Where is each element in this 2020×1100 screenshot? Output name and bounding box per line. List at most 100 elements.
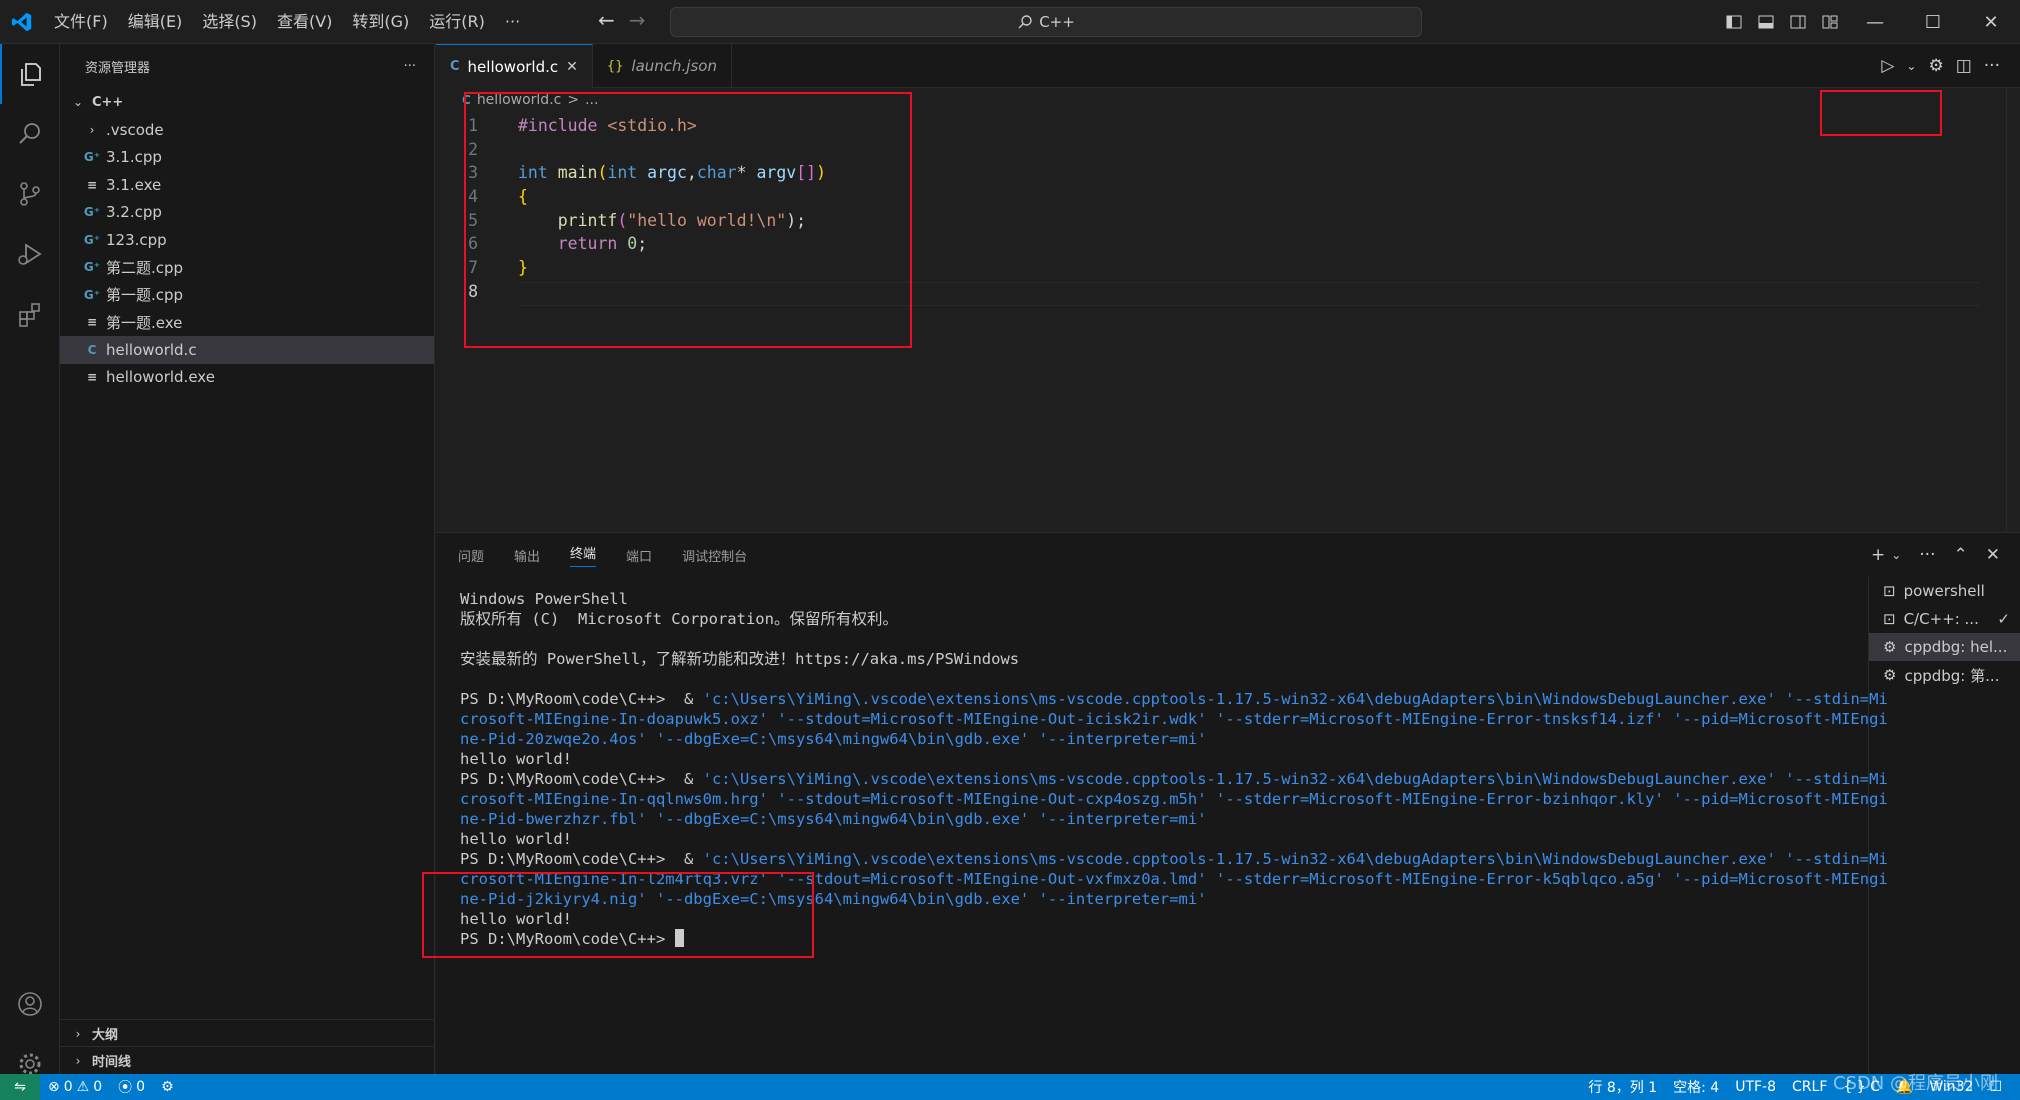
tree-item-file-selected[interactable]: C helloworld.c <box>60 336 434 364</box>
source-control-icon[interactable] <box>0 164 60 224</box>
code-token: int <box>607 163 638 183</box>
menu-more[interactable]: ··· <box>495 7 530 37</box>
indentation[interactable]: 空格: 4 <box>1665 1077 1727 1097</box>
breadcrumb: C helloworld.c > ... <box>462 92 598 108</box>
breadcrumb-rest[interactable]: ... <box>585 92 598 108</box>
tree-item-file[interactable]: ≡ helloworld.exe <box>60 364 434 392</box>
encoding[interactable]: UTF-8 <box>1727 1079 1784 1095</box>
remote-indicator-icon[interactable]: ⇋ <box>0 1074 40 1100</box>
timeline-section[interactable]: › 时间线 <box>60 1046 435 1074</box>
tab-launch-json[interactable]: {} launch.json <box>593 44 732 88</box>
json-file-icon: {} <box>606 58 624 74</box>
terminal-output-line: hello world! <box>460 750 572 768</box>
tab-problems[interactable]: 问题 <box>458 546 484 565</box>
error-icon: ⊗ <box>48 1079 60 1095</box>
tree-item-file[interactable]: ≡ 第一题.exe <box>60 309 434 337</box>
debug-config-gear-icon[interactable]: ⚙ <box>1928 56 1943 76</box>
debug-gear-icon: ⚙ <box>1883 666 1897 684</box>
terminal-entry[interactable]: ⚙ cppdbg: 第... <box>1869 661 2020 689</box>
back-arrow-icon[interactable]: ← <box>598 8 615 32</box>
tab-ports[interactable]: 端口 <box>626 546 652 565</box>
tree-item-file[interactable]: G⁺ 3.1.cpp <box>60 144 434 172</box>
code-area[interactable]: 1 #include <stdio.h> 2 3 int main(int argc… <box>436 114 826 304</box>
chevron-right-icon: › <box>89 122 95 137</box>
code-token: #include <box>518 116 598 135</box>
code-token: , <box>686 163 697 183</box>
terminal-list: ⊡ powershell ⊡ C/C++: ... ✓ ⚙ cppdbg: he… <box>1868 577 2020 1075</box>
forward-arrow-icon[interactable]: → <box>629 8 646 32</box>
split-editor-icon[interactable]: ◫ <box>1956 56 1972 76</box>
tab-debug-console[interactable]: 调试控制台 <box>682 546 747 565</box>
toggle-panel-icon[interactable] <box>1750 0 1782 44</box>
tree-item-file[interactable]: G⁺ 第二题.cpp <box>60 254 434 282</box>
customize-layout-icon[interactable] <box>1814 0 1846 44</box>
outline-section[interactable]: › 大纲 <box>60 1019 435 1047</box>
terminal-entry[interactable]: ⊡ powershell <box>1869 577 2020 605</box>
debug-launch-icon[interactable]: ⚙ <box>153 1079 182 1095</box>
terminal-entry[interactable]: ⊡ C/C++: ... ✓ <box>1869 605 2020 633</box>
editor-scrollbar[interactable] <box>2006 88 2020 532</box>
more-actions-icon[interactable]: ··· <box>404 59 416 74</box>
ports-status[interactable]: ⦿ 0 <box>110 1077 153 1097</box>
menu-file[interactable]: 文件(F) <box>44 7 118 37</box>
tree-item-file[interactable]: G⁺ 第一题.cpp <box>60 281 434 309</box>
problems-status[interactable]: ⊗ 0 ⚠ 0 <box>40 1079 110 1095</box>
search-icon[interactable] <box>0 104 60 164</box>
terminal-command: ne-Pid-j2kiyry4.nig' '--dbgExe=C:\msys64… <box>460 890 1207 908</box>
code-token: printf <box>557 210 618 230</box>
code-line: 2 <box>436 138 826 162</box>
toggle-primary-sidebar-icon[interactable] <box>1718 0 1750 44</box>
account-icon[interactable] <box>0 974 60 1034</box>
terminal-output[interactable]: Windows PowerShell 版权所有 (C) Microsoft Co… <box>460 589 1888 949</box>
extensions-icon[interactable] <box>0 284 60 344</box>
minimize-icon[interactable]: — <box>1846 0 1904 44</box>
terminal-line: 版权所有 (C) Microsoft Corporation。保留所有权利。 <box>460 610 898 628</box>
terminal-entry-selected[interactable]: ⚙ cppdbg: hel... <box>1869 633 2020 661</box>
menu-run[interactable]: 运行(R) <box>419 7 495 37</box>
more-actions-icon[interactable]: ··· <box>1984 56 2000 76</box>
tab-terminal[interactable]: 终端 <box>570 543 597 567</box>
tab-output[interactable]: 输出 <box>514 546 540 565</box>
tree-item-file[interactable]: G⁺ 3.2.cpp <box>60 199 434 227</box>
code-token: argc <box>637 163 687 183</box>
editor-tabs: C helloworld.c ✕ {} launch.json <box>436 44 2020 88</box>
code-editor[interactable]: C helloworld.c > ... 1 #include <stdio.h>… <box>436 88 2020 532</box>
line-number: 7 <box>468 258 478 278</box>
tab-helloworld-c[interactable]: C helloworld.c ✕ <box>436 44 593 88</box>
broadcast-icon: ⦿ <box>118 1080 133 1096</box>
explorer-icon[interactable] <box>0 44 60 104</box>
cpp-file-icon: G⁺ <box>83 150 101 165</box>
maximize-icon[interactable]: ☐ <box>1904 0 1962 44</box>
menu-edit[interactable]: 编辑(E) <box>118 7 193 37</box>
chevron-down-icon[interactable]: ⌄ <box>1891 548 1901 562</box>
close-tab-icon[interactable]: ✕ <box>566 59 578 75</box>
menu-selection[interactable]: 选择(S) <box>192 7 267 37</box>
folder-root[interactable]: ⌄ C++ <box>60 88 434 116</box>
tree-item-label: 3.1.cpp <box>106 148 162 167</box>
watermark: CSDN @程序员小刚 <box>1832 1073 1998 1094</box>
tree-item-vscode[interactable]: › .vscode <box>60 116 434 144</box>
command-center-label: C++ <box>1039 13 1075 31</box>
menu-go[interactable]: 转到(G) <box>342 7 419 37</box>
terminal-entry-label: cppdbg: hel... <box>1904 638 2008 656</box>
maximize-panel-icon[interactable]: ⌃ <box>1954 545 1968 565</box>
tree-item-file[interactable]: ≡ 3.1.exe <box>60 171 434 199</box>
new-terminal-icon[interactable]: + <box>1871 545 1885 565</box>
code-line: 1 #include <stdio.h> <box>436 114 826 138</box>
close-panel-icon[interactable]: ✕ <box>1986 545 2000 565</box>
exe-file-icon: ≡ <box>86 177 98 192</box>
run-debug-icon[interactable] <box>0 224 60 284</box>
terminal-prompt: PS D:\MyRoom\code\C++> & <box>460 850 703 868</box>
toggle-secondary-sidebar-icon[interactable] <box>1782 0 1814 44</box>
close-window-icon[interactable]: ✕ <box>1962 0 2020 44</box>
chevron-down-icon[interactable]: ⌄ <box>1906 59 1916 73</box>
cpp-file-icon: G⁺ <box>83 232 101 247</box>
run-file-icon[interactable]: ▷ <box>1881 56 1894 76</box>
line-ending[interactable]: CRLF <box>1784 1079 1835 1095</box>
cursor-position[interactable]: 行 8，列 1 <box>1580 1077 1665 1097</box>
more-actions-icon[interactable]: ··· <box>1919 545 1935 565</box>
command-center-search[interactable]: C++ <box>670 7 1422 37</box>
breadcrumb-file[interactable]: helloworld.c <box>477 92 562 108</box>
tree-item-file[interactable]: G⁺ 123.cpp <box>60 226 434 254</box>
menu-view[interactable]: 查看(V) <box>267 7 342 37</box>
